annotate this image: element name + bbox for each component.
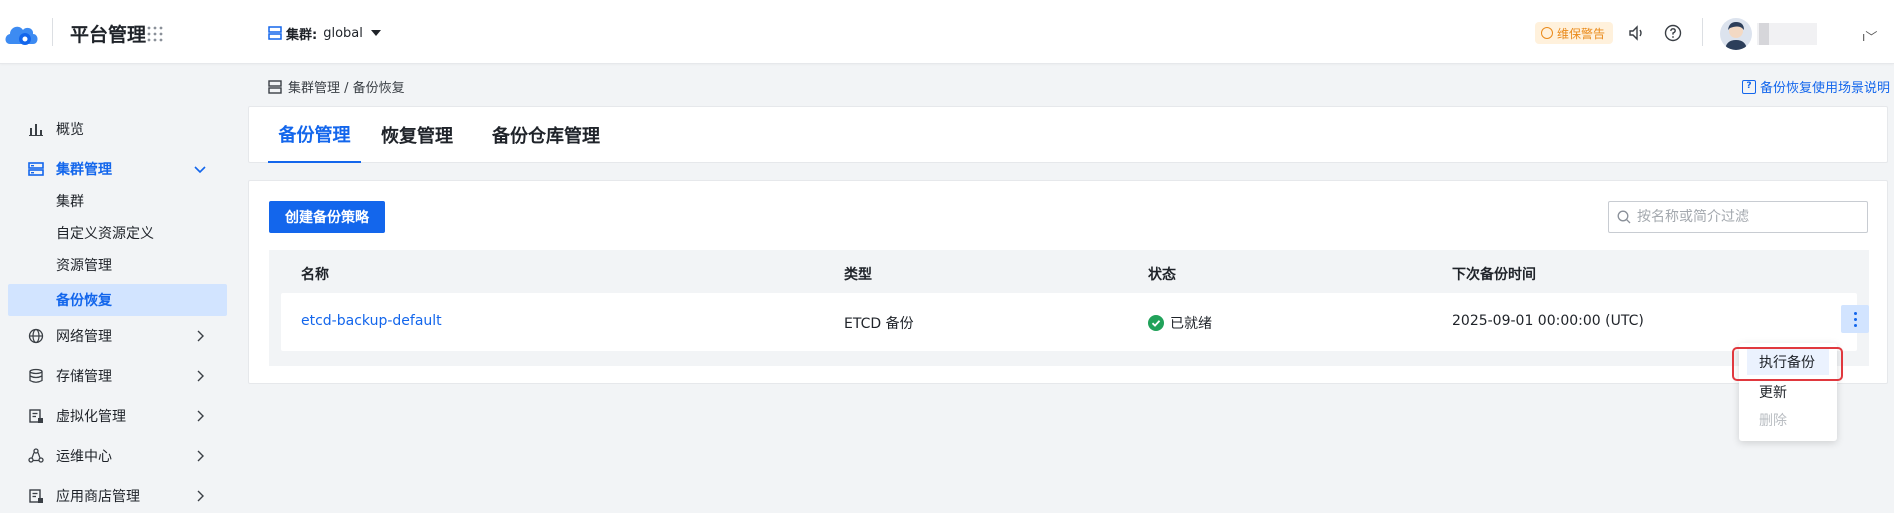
- sidebar-item-label: 应用商店管理: [56, 489, 140, 505]
- column-header-type[interactable]: 类型: [844, 264, 872, 284]
- tab-label: 恢复管理: [381, 126, 453, 147]
- header-divider-right: [1702, 18, 1703, 46]
- chevron-right-icon: [197, 490, 204, 502]
- help-icon[interactable]: [1664, 24, 1682, 42]
- cluster-label: 集群:: [286, 27, 318, 43]
- app-title: 平台管理: [70, 24, 147, 46]
- sidebar-subitem-label: 资源管理: [56, 258, 112, 274]
- help-doc-icon: ?: [1741, 79, 1756, 94]
- warning-icon: [1541, 27, 1553, 39]
- cluster-icon: [268, 79, 282, 94]
- column-header-status[interactable]: 状态: [1148, 264, 1176, 284]
- top-bar: 平台管理 集群: global 维保警告 ı﹀: [0, 0, 1894, 64]
- breadcrumb-path[interactable]: 集群管理 / 备份恢复: [288, 77, 405, 96]
- menu-item-delete: 删除: [1759, 413, 1787, 429]
- sidebar-item-label: 集群管理: [56, 162, 112, 178]
- cluster-value: global: [323, 25, 363, 41]
- backup-list-card: 创建备份策略 名称 类型 状态 下次备份时间 etcd-backup-defau…: [248, 180, 1888, 384]
- column-header-name[interactable]: 名称: [301, 264, 329, 284]
- sidebar-subitem-label: 集群: [56, 194, 84, 210]
- chevron-right-icon: [197, 370, 204, 382]
- backup-table: 名称 类型 状态 下次备份时间 etcd-backup-default ETCD…: [269, 250, 1869, 366]
- row-actions-kebab-icon[interactable]: [1841, 305, 1869, 333]
- backup-name-link[interactable]: etcd-backup-default: [301, 313, 442, 329]
- backup-type: ETCD 备份: [844, 316, 914, 332]
- sidebar-item-label: 网络管理: [56, 329, 112, 345]
- create-backup-policy-button[interactable]: 创建备份策略: [269, 201, 385, 233]
- user-avatar[interactable]: [1720, 18, 1752, 50]
- sidebar-item-network[interactable]: 网络管理: [0, 320, 240, 352]
- cluster-icon: [28, 162, 44, 176]
- ops-icon: [28, 448, 44, 463]
- app-grid-icon[interactable]: [147, 26, 163, 42]
- sidebar-item-storage[interactable]: 存储管理: [0, 360, 240, 392]
- status-label: 已就绪: [1170, 316, 1212, 332]
- column-header-next-backup[interactable]: 下次备份时间: [1452, 264, 1536, 284]
- chevron-right-icon: [197, 330, 204, 342]
- cluster-icon: [268, 26, 282, 40]
- sidebar-subitem-label: 备份恢复: [56, 293, 112, 309]
- sidebar-item-app-store[interactable]: 应用商店管理: [0, 480, 240, 512]
- tab-label: 备份仓库管理: [492, 126, 600, 147]
- bar-chart-icon: [29, 124, 43, 136]
- caret-down-icon: [370, 30, 381, 36]
- header-divider: [52, 18, 53, 46]
- sidebar-subitem-backup-restore[interactable]: 备份恢复: [8, 284, 227, 316]
- tab-backup-management[interactable]: 备份管理: [268, 107, 361, 163]
- sidebar-subitem-resource-management[interactable]: 资源管理: [8, 249, 227, 281]
- warning-badge[interactable]: 维保警告: [1535, 22, 1614, 44]
- tabs-bar: 备份管理 恢复管理 备份仓库管理: [248, 106, 1888, 163]
- chevron-right-icon: [197, 450, 204, 462]
- cluster-selector[interactable]: 集群: global: [268, 24, 381, 43]
- check-circle-icon: [1148, 315, 1164, 331]
- user-menu-chevron-icon[interactable]: ı﹀: [1862, 28, 1877, 45]
- sidebar-subitem-crd[interactable]: 自定义资源定义: [8, 217, 227, 249]
- speaker-icon[interactable]: [1628, 24, 1646, 42]
- help-link-label: 备份恢复使用场景说明: [1759, 81, 1890, 96]
- sidebar-item-label: 运维中心: [56, 449, 112, 465]
- sidebar-subitem-cluster[interactable]: 集群: [8, 185, 227, 217]
- sidebar-item-overview[interactable]: 概览: [0, 113, 240, 145]
- help-link[interactable]: ? 备份恢复使用场景说明: [1741, 77, 1890, 96]
- search-input[interactable]: [1637, 209, 1857, 225]
- sidebar-item-label: 虚拟化管理: [56, 409, 126, 425]
- tab-restore-management[interactable]: 恢复管理: [381, 107, 453, 163]
- highlight-box: [1732, 347, 1843, 381]
- search-box[interactable]: [1608, 201, 1868, 233]
- next-backup-time: 2025-09-01 00:00:00 (UTC): [1452, 313, 1644, 329]
- tab-label: 备份管理: [278, 125, 351, 146]
- table-row: etcd-backup-default ETCD 备份 已就绪 2025-09-…: [281, 293, 1869, 351]
- cloud-logo-icon[interactable]: [2, 20, 42, 48]
- app-store-icon: [29, 489, 43, 503]
- database-icon: [29, 368, 43, 383]
- warning-badge-label: 维保警告: [1557, 26, 1606, 41]
- virtualization-icon: [29, 409, 43, 423]
- chevron-right-icon: [197, 410, 204, 422]
- search-icon: [1617, 210, 1631, 224]
- sidebar-item-ops-center[interactable]: 运维中心: [0, 440, 240, 472]
- user-name-redacted[interactable]: [1757, 23, 1817, 45]
- sidebar-item-cluster-management[interactable]: 集群管理: [0, 153, 240, 185]
- sidebar-item-virtualization[interactable]: 虚拟化管理: [0, 400, 240, 432]
- menu-item-update[interactable]: 更新: [1747, 379, 1829, 405]
- chevron-down-icon: [194, 166, 206, 174]
- sidebar-subitem-label: 自定义资源定义: [56, 226, 154, 242]
- breadcrumb: 集群管理 / 备份恢复: [268, 77, 405, 96]
- backup-status: 已就绪: [1148, 313, 1212, 333]
- sidebar-item-label: 存储管理: [56, 369, 112, 385]
- tab-backup-repository[interactable]: 备份仓库管理: [492, 107, 600, 163]
- sidebar-item-label: 概览: [56, 122, 84, 138]
- globe-icon: [28, 328, 44, 344]
- sidebar: 概览 集群管理 集群 自定义资源定义 资源管理 备份恢复 网络管理 存储管理 虚…: [0, 64, 240, 513]
- avatar-icon: [1725, 22, 1747, 50]
